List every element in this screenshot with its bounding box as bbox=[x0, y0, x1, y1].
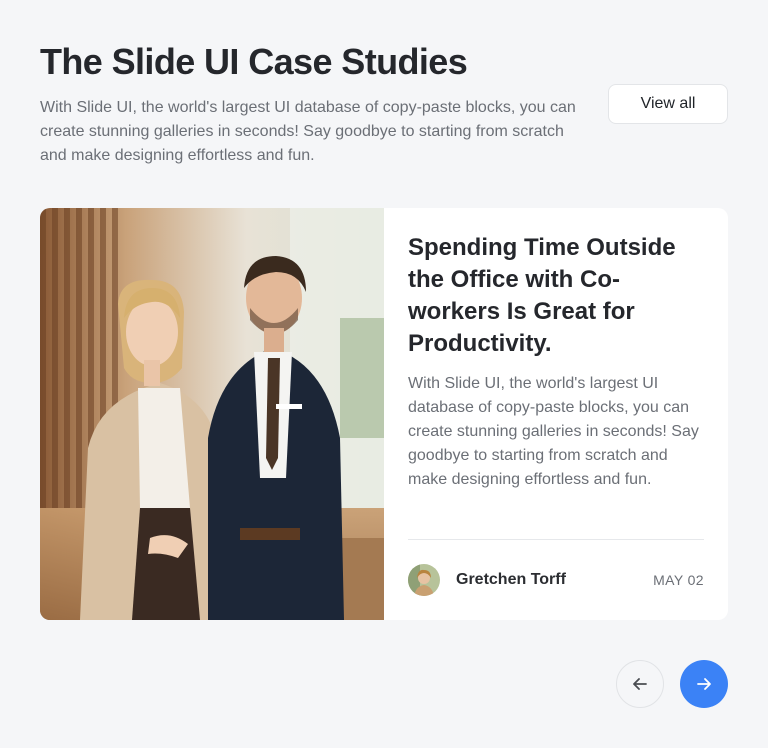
author-row: Gretchen Torff MAY 02 bbox=[408, 564, 704, 596]
post-date: MAY 02 bbox=[653, 572, 704, 588]
arrow-right-icon bbox=[697, 678, 711, 690]
card-divider bbox=[408, 539, 704, 540]
arrow-left-icon bbox=[633, 678, 647, 690]
author-name[interactable]: Gretchen Torff bbox=[456, 571, 566, 589]
prev-button[interactable] bbox=[616, 660, 664, 708]
section-header: The Slide UI Case Studies With Slide UI,… bbox=[40, 40, 728, 164]
view-all-button[interactable]: View all bbox=[608, 84, 728, 124]
next-button[interactable] bbox=[680, 660, 728, 708]
card-title[interactable]: Spending Time Outside the Office with Co… bbox=[408, 232, 704, 360]
avatar[interactable] bbox=[408, 564, 440, 596]
case-study-photo bbox=[40, 208, 384, 620]
card-excerpt: With Slide UI, the world's largest UI da… bbox=[408, 375, 699, 488]
page-title: The Slide UI Case Studies bbox=[40, 41, 468, 82]
page-description: With Slide UI, the world's largest UI da… bbox=[40, 99, 576, 164]
case-study-card[interactable]: Spending Time Outside the Office with Co… bbox=[40, 208, 728, 620]
card-content: Spending Time Outside the Office with Co… bbox=[384, 208, 728, 620]
